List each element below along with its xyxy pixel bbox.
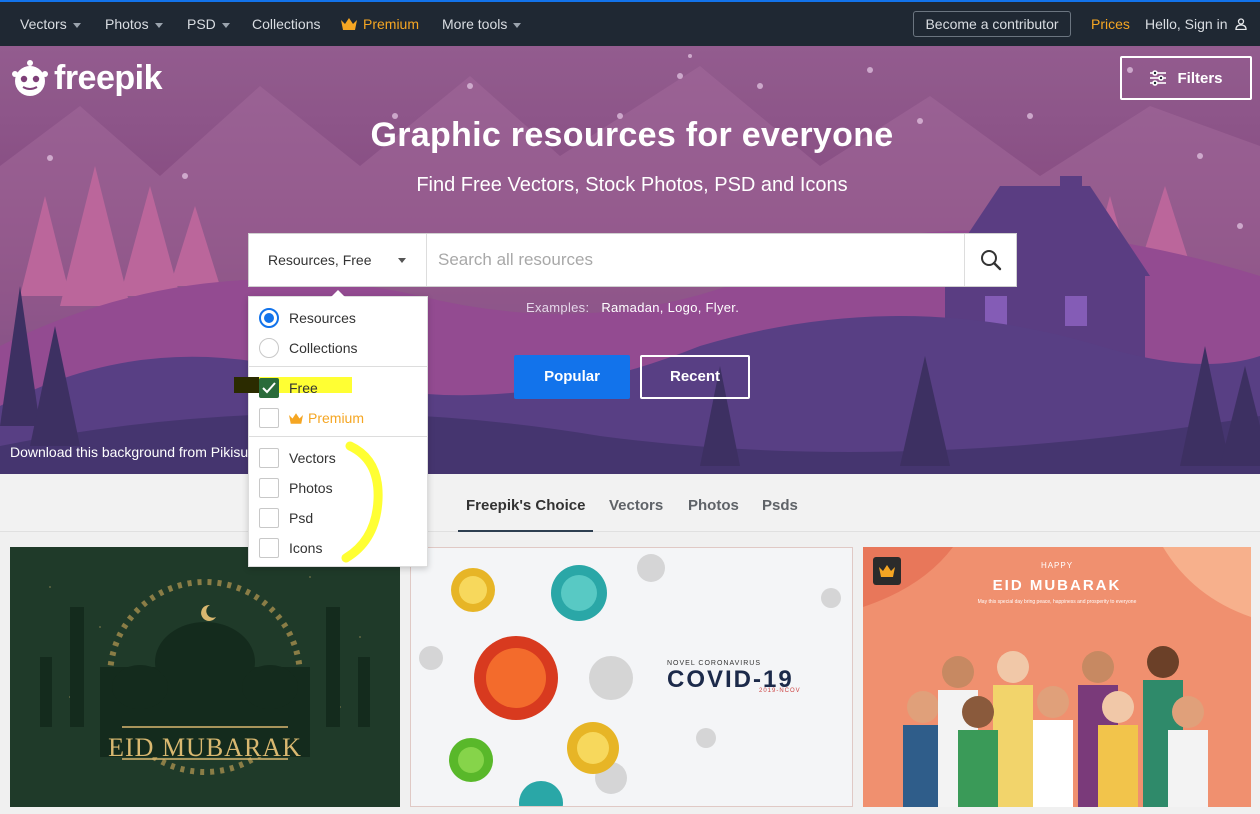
filters-label: Filters [1177, 69, 1223, 87]
chevron-down-icon [221, 22, 230, 28]
crown-icon [289, 412, 303, 424]
recent-button[interactable]: Recent [640, 355, 750, 399]
chevron-down-icon [398, 258, 406, 263]
card-eid-text: EID MUBARAK [108, 733, 302, 762]
hero-title: Graphic resources for everyone [370, 116, 894, 154]
hero-banner: freepik Filters Graphic resources for ev… [0, 46, 1260, 474]
resource-type-value: Resources, Free [268, 252, 372, 268]
nav-premium-label: Premium [363, 16, 420, 32]
checkbox-unchecked[interactable] [259, 408, 279, 428]
nav-photos-label: Photos [105, 16, 149, 32]
option-free[interactable]: Free [259, 377, 318, 399]
tab-psds[interactable]: Psds [762, 474, 798, 532]
content-tabs: Freepik's Choice Vectors Photos Psds [0, 474, 1260, 532]
gallery-card-eid-people[interactable]: HAPPY EID MUBARAK May this special day b… [863, 547, 1251, 807]
highlighter-mark-dark [234, 377, 259, 393]
option-resources[interactable]: Resources [259, 307, 356, 329]
nav-photos[interactable]: Photos [105, 2, 163, 46]
search-examples: Examples: Ramadan, Logo, Flyer. [526, 300, 739, 315]
checkbox-checked[interactable] [259, 378, 279, 398]
radio-unselected[interactable] [259, 338, 279, 358]
checkbox-unchecked[interactable] [259, 478, 279, 498]
gallery-card-covid[interactable]: NOVEL CORONAVIRUS COVID-19 2019-NCOV [410, 547, 853, 807]
become-contributor-button[interactable]: Become a contributor [913, 11, 1071, 37]
option-collections[interactable]: Collections [259, 337, 357, 359]
filters-button[interactable]: Filters [1120, 56, 1252, 100]
sign-in-label: Hello, Sign in [1145, 16, 1228, 32]
option-vectors-label: Vectors [289, 450, 336, 466]
freepik-logo-icon [12, 60, 48, 96]
option-collections-label: Collections [289, 340, 358, 356]
search-icon [980, 250, 1001, 271]
top-nav: Vectors Photos PSD Collections Premium M… [0, 0, 1260, 46]
user-icon [1235, 18, 1248, 31]
option-premium[interactable]: Premium [259, 407, 364, 429]
chevron-down-icon [513, 22, 522, 28]
hero-subtitle: Find Free Vectors, Stock Photos, PSD and… [416, 174, 848, 196]
option-psd-label: Psd [289, 510, 314, 526]
card-eid-title: EID MUBARAK [992, 577, 1122, 594]
option-vectors[interactable]: Vectors [259, 447, 336, 469]
option-icons[interactable]: Icons [259, 537, 322, 559]
radio-selected[interactable] [259, 308, 279, 328]
option-premium-label: Premium [308, 410, 365, 426]
nav-collections[interactable]: Collections [252, 2, 320, 46]
checkmark-icon [262, 382, 276, 394]
card-happy-text: HAPPY [1040, 561, 1074, 570]
option-psd[interactable]: Psd [259, 507, 313, 529]
gallery-card-eid-mosque[interactable]: EID MUBARAK [10, 547, 400, 807]
sign-in-link[interactable]: Hello, Sign in [1145, 2, 1248, 46]
search-bar: Resources, Free [248, 233, 1017, 287]
nav-more-tools[interactable]: More tools [442, 2, 522, 46]
divider [249, 366, 427, 367]
option-resources-label: Resources [289, 310, 356, 326]
freepik-logo-text: freepik [54, 58, 163, 97]
checkbox-unchecked[interactable] [259, 508, 279, 528]
popular-button[interactable]: Popular [514, 355, 630, 399]
crown-icon [341, 18, 357, 30]
nav-more-tools-label: More tools [442, 16, 508, 32]
nav-psd-label: PSD [187, 16, 216, 32]
tab-vectors[interactable]: Vectors [609, 474, 663, 532]
sliders-icon [1150, 70, 1167, 86]
mosque-illustration [10, 547, 400, 807]
chevron-down-icon [72, 22, 81, 28]
option-photos-label: Photos [289, 480, 333, 496]
chevron-down-icon [154, 22, 163, 28]
resource-type-select[interactable]: Resources, Free [249, 234, 427, 286]
freepik-logo[interactable]: freepik [10, 58, 163, 98]
tab-photos[interactable]: Photos [688, 474, 739, 532]
checkbox-unchecked[interactable] [259, 448, 279, 468]
search-button[interactable] [964, 234, 1016, 286]
divider [249, 436, 427, 437]
resource-filter-dropdown: Resources Collections Free Premium Vecto… [234, 290, 428, 567]
tab-freepiks-choice[interactable]: Freepik's Choice [458, 474, 594, 532]
nav-premium[interactable]: Premium [341, 2, 419, 46]
option-icons-label: Icons [289, 540, 323, 556]
nav-vectors[interactable]: Vectors [20, 2, 81, 46]
nav-prices[interactable]: Prices [1091, 2, 1130, 46]
examples-links[interactable]: Ramadan, Logo, Flyer. [601, 300, 739, 315]
option-free-label: Free [289, 380, 318, 396]
option-photos[interactable]: Photos [259, 477, 333, 499]
nav-psd[interactable]: PSD [187, 2, 230, 46]
highlighter-bracket [341, 441, 383, 563]
nav-vectors-label: Vectors [20, 16, 67, 32]
examples-label: Examples: [526, 300, 590, 315]
background-credit-link[interactable]: Download this background from Pikisu [10, 444, 248, 460]
card-covid-tag: 2019-NCOV [759, 688, 801, 694]
card-eid-subtext: May this special day bring peace, happin… [977, 599, 1137, 605]
checkbox-unchecked[interactable] [259, 538, 279, 558]
search-input[interactable] [429, 234, 964, 286]
